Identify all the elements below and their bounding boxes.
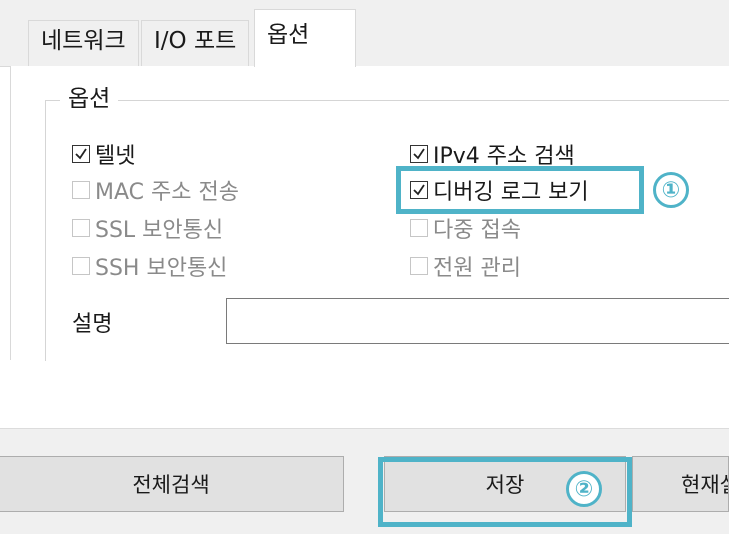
checkbox-box [72, 181, 90, 199]
check-icon [413, 148, 425, 160]
checkbox-power-mgmt: 전원 관리 [410, 250, 521, 282]
description-input[interactable] [226, 298, 729, 344]
checkbox-debug-log[interactable]: 디버깅 로그 보기 [410, 174, 589, 206]
tab-io-port[interactable]: I/O 포트 [141, 20, 250, 66]
checkbox-label: MAC 주소 전송 [95, 180, 239, 205]
search-all-button[interactable]: 전체검색 [0, 456, 344, 512]
checkbox-ssh: SSH 보안통신 [72, 250, 227, 282]
checkbox-label: IPv4 주소 검색 [433, 144, 575, 169]
current-settings-button[interactable]: 현재설 [632, 456, 729, 512]
annotation-badge-2: ② [566, 471, 602, 507]
checkbox-box[interactable] [410, 145, 428, 163]
checkbox-label: 전원 관리 [433, 256, 521, 281]
checkbox-telnet[interactable]: 텔넷 [72, 138, 135, 170]
checkbox-label: 디버깅 로그 보기 [433, 180, 589, 205]
checkbox-box [410, 257, 428, 275]
tab-options[interactable]: 옵션 [254, 9, 356, 67]
checkbox-box [72, 219, 90, 237]
checkbox-label: 텔넷 [95, 144, 136, 169]
checkbox-label: SSL 보안통신 [95, 218, 224, 243]
checkbox-multi-connect: 다중 접속 [410, 212, 521, 244]
checkbox-box [72, 257, 90, 275]
checkbox-ipv4-search[interactable]: IPv4 주소 검색 [410, 138, 575, 170]
checkbox-box [410, 219, 428, 237]
group-title: 옵션 [60, 81, 119, 117]
check-icon [413, 184, 425, 196]
checkbox-label: 다중 접속 [433, 218, 521, 243]
annotation-badge-1: ① [653, 172, 689, 208]
checkbox-box[interactable] [410, 181, 428, 199]
checkbox-label: SSH 보안통신 [95, 256, 228, 281]
checkbox-mac-send: MAC 주소 전송 [72, 174, 239, 206]
checkbox-ssl: SSL 보안통신 [72, 212, 223, 244]
check-icon [75, 148, 87, 160]
tab-network[interactable]: 네트워크 [28, 20, 139, 66]
checkbox-box[interactable] [72, 145, 90, 163]
description-label: 설명 [72, 312, 113, 337]
